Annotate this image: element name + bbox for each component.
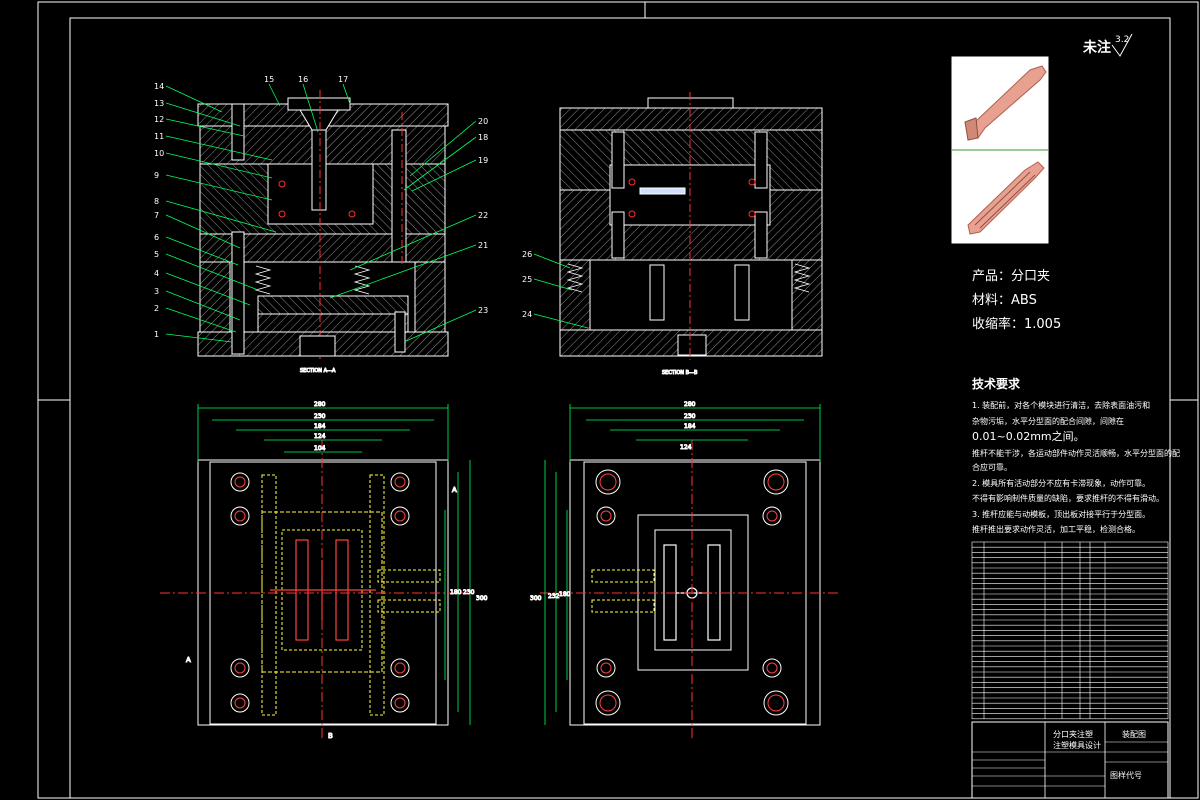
product-shrinkage: 收缩率：1.005 (972, 316, 1061, 332)
bolt-hole (230, 472, 250, 492)
part-number-label: 8 (154, 197, 159, 206)
part-number-label: 9 (154, 171, 159, 180)
dim-width-5: 104 (314, 445, 326, 452)
dim-height-2: 300 (476, 595, 488, 602)
section-a-caption: SECTION A—A (300, 368, 336, 374)
part-number-label: 18 (478, 133, 488, 142)
dim-width-4: 124 (314, 433, 326, 440)
bolt-hole (390, 472, 410, 492)
bolt-hole (390, 693, 410, 713)
part-number-label: 1 (154, 330, 159, 339)
tech-line: 不得有影响制件质量的缺陷，要求推杆的不得有滑动。 (972, 493, 1164, 503)
section-mark-a: A (452, 486, 457, 494)
bolt-hole (762, 658, 782, 678)
tech-line: 1. 装配前，对各个模块进行清洁，去除表面油污和 (972, 400, 1150, 410)
part-number-label: 7 (154, 211, 159, 220)
dim-height-1: 230 (463, 589, 475, 596)
plan-view-left: 280 230 184 124 104 300 230 180 A A B (160, 401, 488, 741)
part-number-label: 17 (338, 75, 348, 84)
part-number-label: 11 (154, 132, 164, 141)
dim-height-1: 300 (530, 595, 542, 602)
section-mark-b: B (328, 732, 333, 740)
cad-drawing: 未注 3.2 产品：分口夹 材料：ABS 收缩率：1.005 技术要求 1. 装… (37, 1, 1199, 799)
part-number-label: 25 (522, 275, 532, 284)
tech-line: 3. 推杆应能与动模板，顶出板对接平行于分型面。 (972, 509, 1150, 519)
title-name-line1: 分口夹注塑 (1053, 729, 1093, 739)
part-number-label: 26 (522, 250, 532, 259)
bom-table (971, 541, 1169, 720)
bolt-hole (230, 658, 250, 678)
tech-line: 推杆推出要求动作灵活，加工平稳，检测合格。 (972, 524, 1140, 534)
title-drawing-type: 装配图 (1122, 729, 1146, 739)
dim-width-2: 230 (684, 413, 696, 420)
technical-requirements: 技术要求 1. 装配前，对各个模块进行清洁，去除表面油污和 杂物污垢，水平分型面… (972, 376, 1180, 534)
part-number-label: 20 (478, 117, 488, 126)
part-number-label: 15 (264, 75, 274, 84)
part-number-label: 10 (154, 149, 164, 158)
dim-width-2: 230 (314, 413, 326, 420)
title-scale-label: 图样代号 (1110, 770, 1142, 780)
dim-height-2: 232 (548, 593, 560, 600)
roughness-note: 未注 3.2 (1083, 33, 1133, 57)
bolt-hole (230, 506, 250, 526)
part-number-label: 4 (154, 269, 159, 278)
dim-width-3: 184 (314, 423, 326, 430)
title-block: 分口夹注塑 注塑模具设计 装配图 图样代号 (971, 721, 1169, 799)
part-number-label: 13 (154, 99, 164, 108)
bolt-hole (390, 658, 410, 678)
dim-width-4: 124 (680, 444, 692, 451)
section-b-caption: SECTION B—B (662, 370, 698, 376)
part-number-label: 21 (478, 241, 488, 250)
product-info: 产品：分口夹 材料：ABS 收缩率：1.005 (972, 269, 1061, 332)
part-number-label: 19 (478, 156, 488, 165)
tech-title: 技术要求 (972, 376, 1021, 391)
part-number-label: 22 (478, 211, 488, 220)
tech-line: 0.01~0.02mm之间。 (972, 429, 1085, 443)
section-b-b-view: SECTION B—B (559, 92, 823, 377)
dim-height-3: 180 (559, 591, 571, 598)
product-preview (951, 56, 1049, 244)
product-name: 产品：分口夹 (972, 269, 1050, 284)
product-material: 材料：ABS (972, 293, 1037, 308)
part-number-label: 2 (154, 304, 159, 313)
dim-overall-width: 280 (314, 401, 326, 408)
section-a-a-view: SECTION A—A (197, 90, 449, 375)
bolt-hole (596, 506, 616, 526)
tech-line: 推杆不能干涉，各运动部件动作灵活顺畅，水平分型面的配 (972, 448, 1180, 458)
title-name-line2: 注塑模具设计 (1053, 740, 1101, 750)
tech-line: 2. 模具所有活动部分不应有卡滞现象，动作可靠。 (972, 478, 1150, 488)
dim-height-3: 180 (450, 589, 462, 596)
unmarked-roughness-label: 未注 (1083, 39, 1111, 56)
dim-width-3: 184 (684, 423, 696, 430)
section-mark-a-left: A (186, 656, 191, 664)
tech-line: 合应可靠。 (972, 462, 1012, 472)
part-number-label: 16 (298, 75, 308, 84)
part-number-label: 5 (154, 250, 159, 259)
part-number-label: 23 (478, 306, 488, 315)
part-number-label: 6 (154, 233, 159, 242)
plan-view-right: 280 230 184 124 300 232 180 (530, 401, 840, 740)
bolt-hole (230, 693, 250, 713)
bolt-hole (596, 658, 616, 678)
part-number-label: 24 (522, 310, 532, 319)
tech-line: 杂物污垢，水平分型面的配合间隙，间隙在 (972, 416, 1124, 426)
part-number-label: 14 (154, 82, 164, 91)
bolt-hole (762, 506, 782, 526)
dim-overall-width: 280 (684, 401, 696, 408)
part-number-label: 3 (154, 287, 159, 296)
bolt-hole (390, 506, 410, 526)
part-number-label: 12 (154, 115, 164, 124)
